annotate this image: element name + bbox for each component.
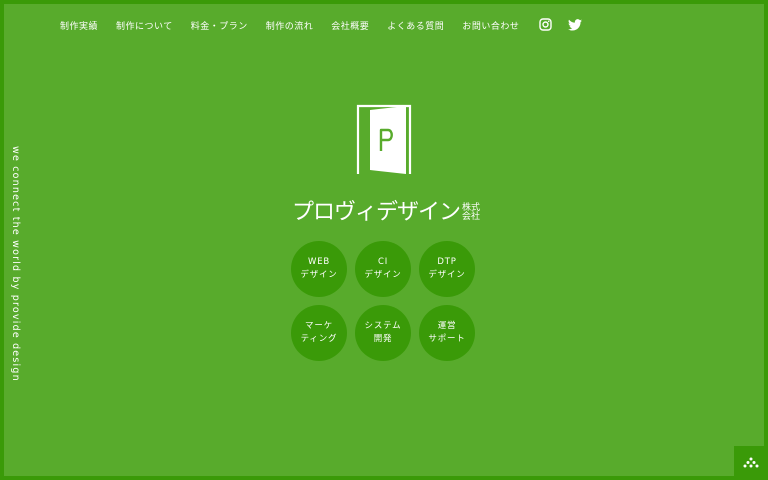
- dots-triangle-icon: [742, 454, 760, 473]
- social-links: [539, 16, 598, 35]
- service-web-design[interactable]: WEB デザイン: [291, 241, 347, 297]
- service-ci-design[interactable]: CI デザイン: [355, 241, 411, 297]
- twitter-icon[interactable]: [568, 16, 583, 35]
- company-logo-text[interactable]: プロヴィデザイン 株式 会社: [292, 194, 482, 226]
- nav-item-works[interactable]: 制作実績: [60, 19, 98, 32]
- nav-item-company[interactable]: 会社概要: [331, 19, 369, 32]
- service-marketing[interactable]: マーケ ティング: [291, 305, 347, 361]
- main-nav: 制作実績 制作について 料金・プラン 制作の流れ 会社概要 よくある質問 お問い…: [60, 16, 598, 35]
- back-to-top-button[interactable]: [734, 446, 768, 480]
- logo-door-icon[interactable]: [356, 104, 414, 178]
- page-frame: [4, 4, 764, 476]
- service-system-dev[interactable]: システム 開発: [355, 305, 411, 361]
- nav-item-flow[interactable]: 制作の流れ: [266, 19, 314, 32]
- company-name: プロヴィデザイン: [292, 200, 461, 225]
- nav-item-contact[interactable]: お問い合わせ: [462, 19, 519, 32]
- company-suffix: 株式 会社: [462, 203, 481, 222]
- service-dtp-design[interactable]: DTP デザイン: [419, 241, 475, 297]
- service-operation-support[interactable]: 運営 サポート: [419, 305, 475, 361]
- service-grid: WEB デザイン CI デザイン DTP デザイン マーケ ティング システム …: [291, 241, 477, 361]
- tagline: we connect the world by provide design: [10, 146, 21, 382]
- instagram-icon[interactable]: [539, 16, 553, 35]
- nav-item-faq[interactable]: よくある質問: [387, 19, 444, 32]
- nav-item-about-production[interactable]: 制作について: [116, 19, 173, 32]
- nav-item-pricing[interactable]: 料金・プラン: [191, 19, 248, 32]
